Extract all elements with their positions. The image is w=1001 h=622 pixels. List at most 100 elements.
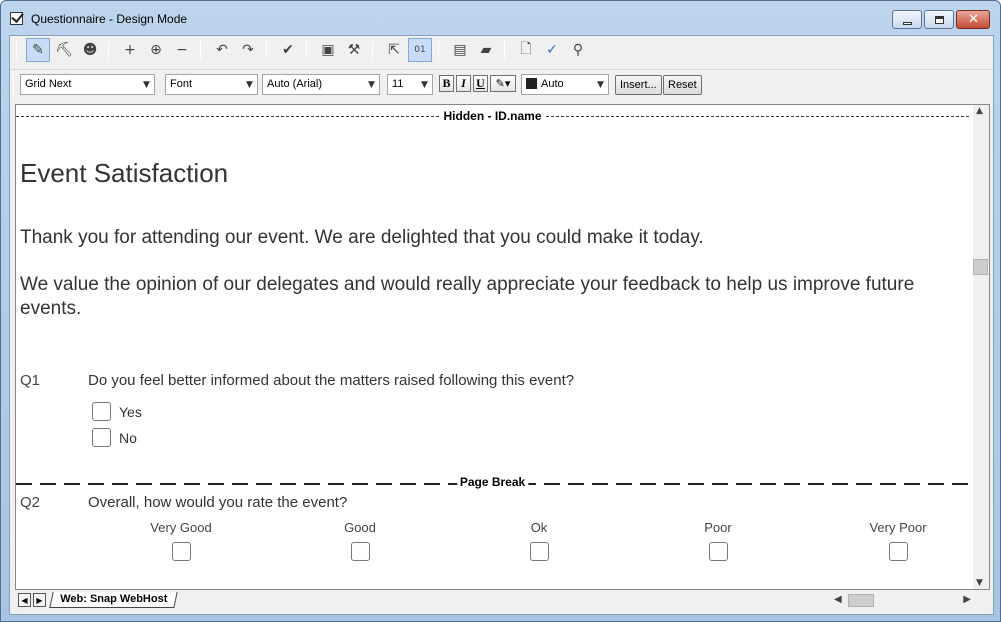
highlight-color-button[interactable]: ✎▾ — [490, 75, 516, 92]
numbering-icon[interactable]: 01 — [408, 38, 432, 62]
cursor-icon[interactable]: ⇱ — [382, 38, 406, 62]
highlighter-icon: ✎▾ — [495, 77, 511, 90]
q1-option-no[interactable]: No — [92, 428, 137, 447]
page-break-label: Page Break — [456, 475, 529, 489]
toolbar-separator — [504, 41, 505, 59]
insert-button[interactable]: Insert... — [615, 75, 662, 95]
chevron-down-icon: ▼ — [368, 79, 375, 90]
next-sheet-button[interactable]: ▶ — [33, 593, 46, 607]
q2-number[interactable]: Q2 — [20, 494, 40, 511]
q2-option-very-poor[interactable]: Very Poor — [858, 520, 938, 561]
remove-icon[interactable]: − — [170, 38, 194, 62]
option-label: Very Good — [150, 520, 212, 535]
text-color-select[interactable]: Auto ▼ — [521, 74, 609, 95]
design-mode-icon[interactable]: ✎ — [26, 38, 50, 62]
format-painter-icon[interactable]: ⛏ — [52, 38, 76, 62]
toolbar-separator — [108, 41, 109, 59]
font-name-value: Auto (Arial) — [267, 78, 323, 90]
q1-text[interactable]: Do you feel better informed about the ma… — [88, 372, 574, 389]
style-select-value: Grid Next — [25, 78, 72, 90]
q1-option-yes[interactable]: Yes — [92, 402, 142, 421]
checkbox[interactable] — [92, 428, 111, 447]
checkbox[interactable] — [171, 542, 191, 561]
sheet-tab-bar: ◀ ▶ Web: Snap WebHost ◀ ▶ — [15, 592, 990, 610]
questionnaire-canvas[interactable]: Hidden - ID.name Event Satisfaction Than… — [15, 104, 990, 590]
font-name-select[interactable]: Auto (Arial) ▼ — [262, 74, 380, 95]
toolbar-separator — [16, 41, 17, 59]
close-icon: ✕ — [968, 12, 979, 27]
q2-option-very-good[interactable]: Very Good — [141, 520, 221, 561]
toolbar-separator — [200, 41, 201, 59]
q2-text[interactable]: Overall, how would you rate the event? — [88, 494, 347, 511]
hidden-marker-label: Hidden - ID.name — [440, 109, 545, 123]
style-select[interactable]: Grid Next ▼ — [20, 74, 155, 95]
q1-number[interactable]: Q1 — [20, 372, 40, 389]
checkbox[interactable] — [92, 402, 111, 421]
intro-paragraph-2[interactable]: We value the opinion of our delegates an… — [20, 273, 965, 321]
checkbox[interactable] — [888, 542, 908, 561]
font-size-select[interactable]: 11 ▼ — [387, 74, 433, 95]
toolbar-separator — [13, 75, 14, 93]
font-size-value: 11 — [392, 78, 404, 90]
scroll-thumb[interactable] — [848, 594, 874, 607]
checkbox[interactable] — [350, 542, 370, 561]
checkbox[interactable] — [708, 542, 728, 561]
q2-option-poor[interactable]: Poor — [678, 520, 758, 561]
vertical-scrollbar[interactable]: ▲ ▼ — [973, 105, 989, 589]
italic-button[interactable]: I — [456, 75, 471, 92]
close-button[interactable]: ✕ — [956, 10, 990, 29]
hidden-marker: Hidden - ID.name — [16, 109, 969, 123]
maximize-icon — [935, 16, 944, 24]
app-window: Questionnaire - Design Mode ✕ ✎ ⛏ ☻ + ⊕ … — [0, 0, 1001, 622]
intro-paragraph-1[interactable]: Thank you for attending our event. We ar… — [20, 226, 965, 250]
chevron-down-icon: ▼ — [143, 79, 150, 90]
spellcheck-icon[interactable]: ✓ — [540, 38, 564, 62]
option-label: Yes — [119, 403, 142, 420]
checkbox[interactable] — [529, 542, 549, 561]
scroll-thumb[interactable] — [973, 259, 988, 275]
title-bar[interactable]: Questionnaire - Design Mode ✕ — [1, 1, 1000, 35]
scroll-left-icon[interactable]: ◀ — [834, 594, 842, 605]
option-label: Poor — [704, 520, 732, 535]
layout-icon[interactable]: ▤ — [448, 38, 472, 62]
font-style-select[interactable]: Font ▼ — [165, 74, 258, 95]
properties-icon[interactable]: ▣ — [316, 38, 340, 62]
preview-icon[interactable]: 🗋 — [514, 38, 538, 62]
add-question-icon[interactable]: + — [118, 38, 142, 62]
text-color-value: Auto — [541, 78, 564, 90]
format-toolbar: Grid Next ▼ Font ▼ Auto (Arial) ▼ 11 ▼ B… — [10, 69, 993, 97]
find-icon[interactable]: ⚲ — [566, 38, 590, 62]
chevron-down-icon: ▼ — [421, 79, 428, 90]
maximize-button[interactable] — [924, 10, 954, 29]
sheet-tab-web[interactable]: Web: Snap WebHost — [49, 592, 178, 608]
prev-sheet-button[interactable]: ◀ — [18, 593, 31, 607]
stack-icon[interactable]: ▰ — [474, 38, 498, 62]
questionnaire-title[interactable]: Event Satisfaction — [20, 158, 228, 189]
option-label: Good — [344, 520, 376, 535]
users-icon[interactable]: ☻ — [78, 38, 102, 62]
page-break-marker: Page Break — [16, 475, 969, 489]
horizontal-scrollbar[interactable]: ◀ ▶ — [830, 592, 975, 609]
q2-option-good[interactable]: Good — [320, 520, 400, 561]
client-area: ✎ ⛏ ☻ + ⊕ − ↶ ↷ ✔ ▣ ⚒ ⇱ 01 ▤ ▰ 🗋 ✓ ⚲ Gri… — [9, 35, 994, 615]
scroll-up-icon[interactable]: ▲ — [976, 106, 983, 116]
scroll-down-icon[interactable]: ▼ — [976, 578, 983, 588]
scroll-right-icon[interactable]: ▶ — [963, 594, 971, 605]
redo-icon[interactable]: ↷ — [236, 38, 260, 62]
window-title: Questionnaire - Design Mode — [31, 12, 188, 26]
bold-button[interactable]: B — [439, 75, 454, 92]
color-swatch — [526, 78, 537, 89]
caption-buttons: ✕ — [890, 10, 990, 29]
add-multiple-icon[interactable]: ⊕ — [144, 38, 168, 62]
undo-icon[interactable]: ↶ — [210, 38, 234, 62]
check-icon[interactable]: ✔ — [276, 38, 300, 62]
q2-option-ok[interactable]: Ok — [499, 520, 579, 561]
minimize-button[interactable] — [892, 10, 922, 29]
toolbar-separator — [438, 41, 439, 59]
underline-button[interactable]: U — [473, 75, 488, 92]
reset-button[interactable]: Reset — [663, 75, 702, 95]
checkbox-app-icon — [10, 12, 23, 25]
script-icon[interactable]: ⚒ — [342, 38, 366, 62]
option-label: No — [119, 429, 137, 446]
option-label: Very Poor — [869, 520, 927, 535]
